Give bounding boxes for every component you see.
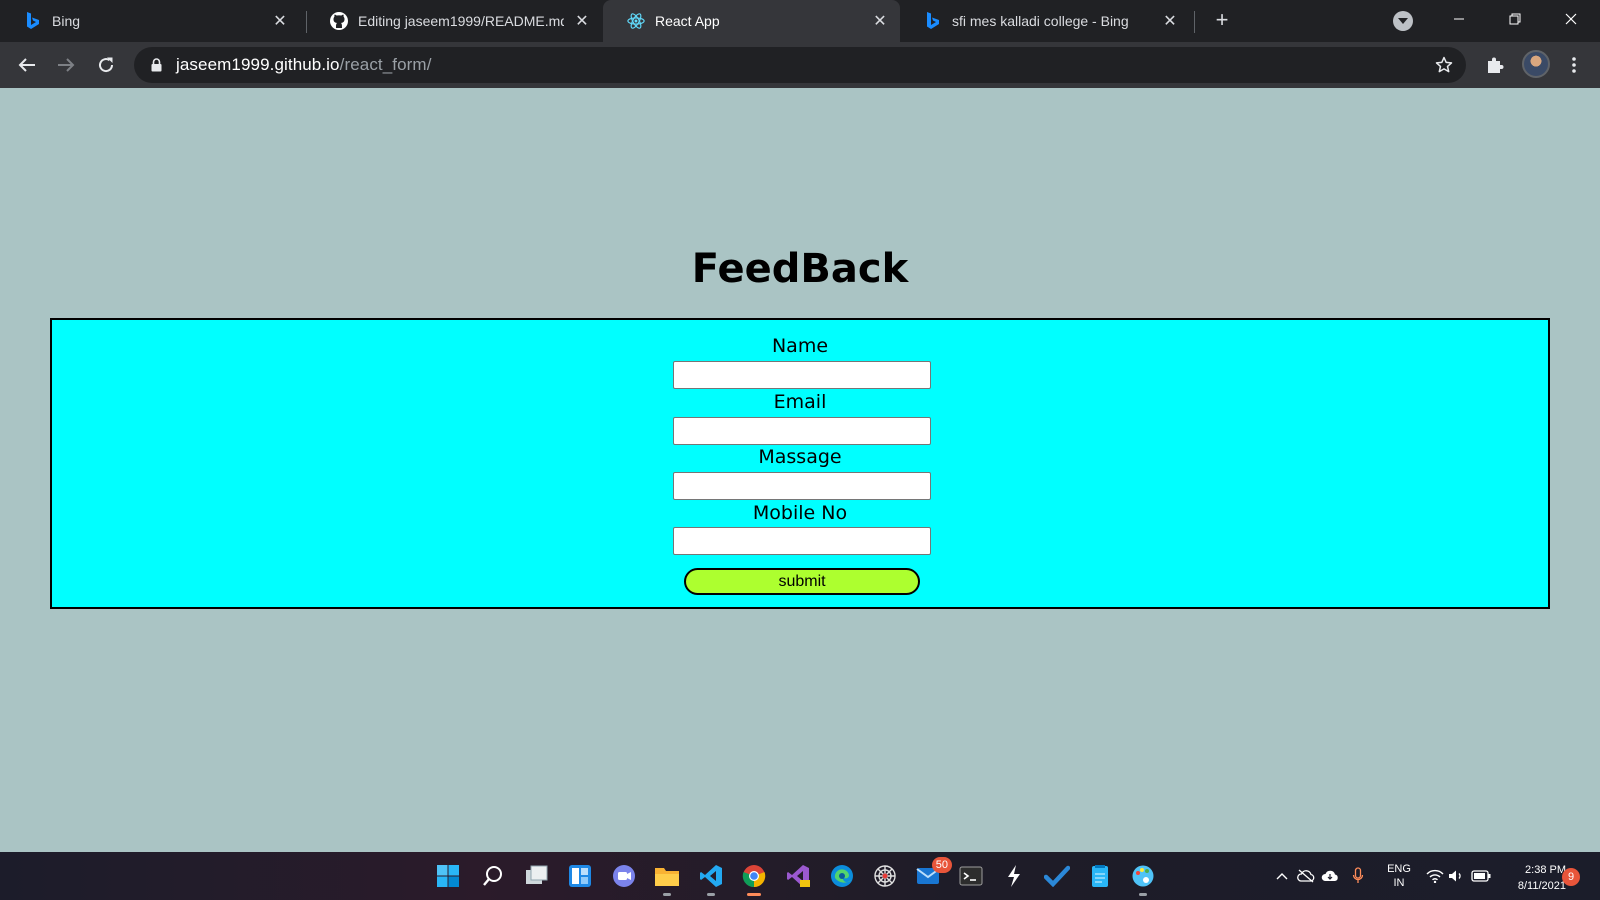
chevron-up-icon[interactable]: [1272, 866, 1292, 886]
chrome-icon[interactable]: [740, 862, 768, 896]
restore-icon: [1509, 13, 1521, 25]
forward-button[interactable]: [52, 51, 80, 79]
terminal-icon[interactable]: [957, 862, 985, 890]
tab-search-button[interactable]: [1393, 11, 1413, 31]
widgets-icon[interactable]: [566, 862, 594, 890]
notepad-icon[interactable]: [1086, 862, 1114, 890]
close-icon[interactable]: ✕: [1160, 11, 1180, 31]
mail-icon[interactable]: 50: [914, 857, 952, 890]
reload-icon: [99, 57, 114, 73]
start-icon[interactable]: [434, 862, 462, 890]
forward-arrow-icon: [58, 58, 75, 72]
restore-button[interactable]: [1492, 0, 1538, 38]
tab-strip: Bing ✕ Editing jaseem1999/README.md at ✕…: [0, 0, 1600, 42]
url-text: jaseem1999.github.io/react_form/: [176, 55, 432, 75]
lock-icon: [148, 57, 164, 73]
vscode-icon[interactable]: [697, 862, 725, 896]
browser-toolbar: jaseem1999.github.io/react_form/: [0, 42, 1600, 88]
language-region: IN: [1393, 877, 1405, 889]
close-icon[interactable]: ✕: [870, 11, 890, 31]
paint-icon[interactable]: [1129, 862, 1157, 896]
url-host: jaseem1999.github.io: [176, 55, 340, 74]
tab-divider: [1194, 11, 1195, 33]
bing-icon: [924, 12, 942, 30]
page-content: FeedBack Name Email Massage Mobile No su…: [0, 88, 1600, 852]
address-bar[interactable]: jaseem1999.github.io/react_form/: [134, 47, 1466, 83]
extensions-button[interactable]: [1481, 51, 1509, 79]
edge-icon[interactable]: [828, 862, 856, 890]
submit-button[interactable]: submit: [684, 568, 920, 595]
system-clock[interactable]: 2:38 PM 8/11/2021: [1500, 862, 1566, 894]
running-indicator: [747, 893, 761, 896]
minimize-icon: [1454, 18, 1464, 20]
react-icon: [627, 12, 645, 30]
clock-date: 8/11/2021: [1517, 880, 1566, 892]
bookmark-star-icon[interactable]: [1434, 55, 1454, 75]
new-tab-button[interactable]: +: [1208, 9, 1236, 33]
chevron-down-icon: [1398, 18, 1408, 24]
url-path: /react_form/: [339, 55, 432, 74]
tab-title: React App: [655, 13, 720, 29]
name-label: Name: [771, 335, 829, 357]
message-input[interactable]: [673, 472, 931, 500]
feedback-form: Name Email Massage Mobile No submit: [50, 318, 1550, 609]
reload-button[interactable]: [92, 51, 120, 79]
running-indicator: [707, 893, 715, 896]
language-code: ENG: [1387, 863, 1411, 875]
teams-chat-icon[interactable]: [610, 862, 638, 890]
mobile-input[interactable]: [673, 527, 931, 555]
close-icon: [1565, 13, 1577, 25]
onedrive-cloud-icon[interactable]: [1320, 866, 1340, 886]
minimize-button[interactable]: [1436, 0, 1482, 38]
spider-app-icon[interactable]: [871, 862, 899, 890]
file-explorer-icon[interactable]: [653, 862, 681, 896]
close-window-button[interactable]: [1548, 0, 1594, 38]
mobile-label: Mobile No: [752, 502, 848, 524]
bing-icon: [24, 12, 42, 30]
running-indicator: [663, 893, 671, 896]
mail-badge: 50: [931, 857, 952, 873]
puzzle-icon: [1488, 57, 1504, 73]
taskbar: 50 ENG IN 2:38 PM 8/11/2021 9: [0, 852, 1600, 900]
email-input[interactable]: [673, 417, 931, 445]
close-icon[interactable]: ✕: [270, 11, 290, 31]
battery-icon[interactable]: [1471, 866, 1491, 886]
visual-studio-icon[interactable]: [784, 862, 812, 890]
tab-title: sfi mes kalladi college - Bing: [952, 13, 1129, 29]
clock-time: 2:38 PM: [1525, 864, 1566, 876]
tab-bing[interactable]: Bing ✕: [0, 0, 300, 42]
cloud-off-icon[interactable]: [1296, 866, 1316, 886]
back-arrow-icon: [18, 58, 35, 72]
page-title: FeedBack: [691, 246, 909, 292]
bolt-app-icon[interactable]: [1000, 862, 1028, 890]
microphone-icon[interactable]: [1348, 866, 1368, 886]
tab-react-app[interactable]: React App ✕: [603, 0, 900, 42]
email-label: Email: [773, 391, 827, 413]
kebab-menu-icon: [1572, 57, 1576, 73]
profile-avatar[interactable]: [1522, 50, 1550, 78]
search-icon[interactable]: [479, 862, 507, 890]
tab-github[interactable]: Editing jaseem1999/README.md at ✕: [306, 0, 602, 42]
notification-badge[interactable]: 9: [1562, 868, 1580, 886]
close-icon[interactable]: ✕: [572, 11, 592, 31]
back-button[interactable]: [13, 51, 41, 79]
message-label: Massage: [758, 446, 842, 468]
wifi-icon[interactable]: [1425, 866, 1445, 886]
volume-icon[interactable]: [1447, 866, 1467, 886]
tab-bing-search[interactable]: sfi mes kalladi college - Bing ✕: [900, 0, 1190, 42]
tab-title: Editing jaseem1999/README.md at: [358, 13, 564, 29]
github-icon: [330, 12, 348, 30]
task-view-icon[interactable]: [523, 862, 551, 890]
running-indicator: [1139, 893, 1147, 896]
language-indicator[interactable]: ENG IN: [1382, 862, 1416, 890]
todo-icon[interactable]: [1043, 862, 1071, 890]
name-input[interactable]: [673, 361, 931, 389]
browser-menu-button[interactable]: [1560, 51, 1588, 79]
tab-title: Bing: [52, 13, 81, 29]
